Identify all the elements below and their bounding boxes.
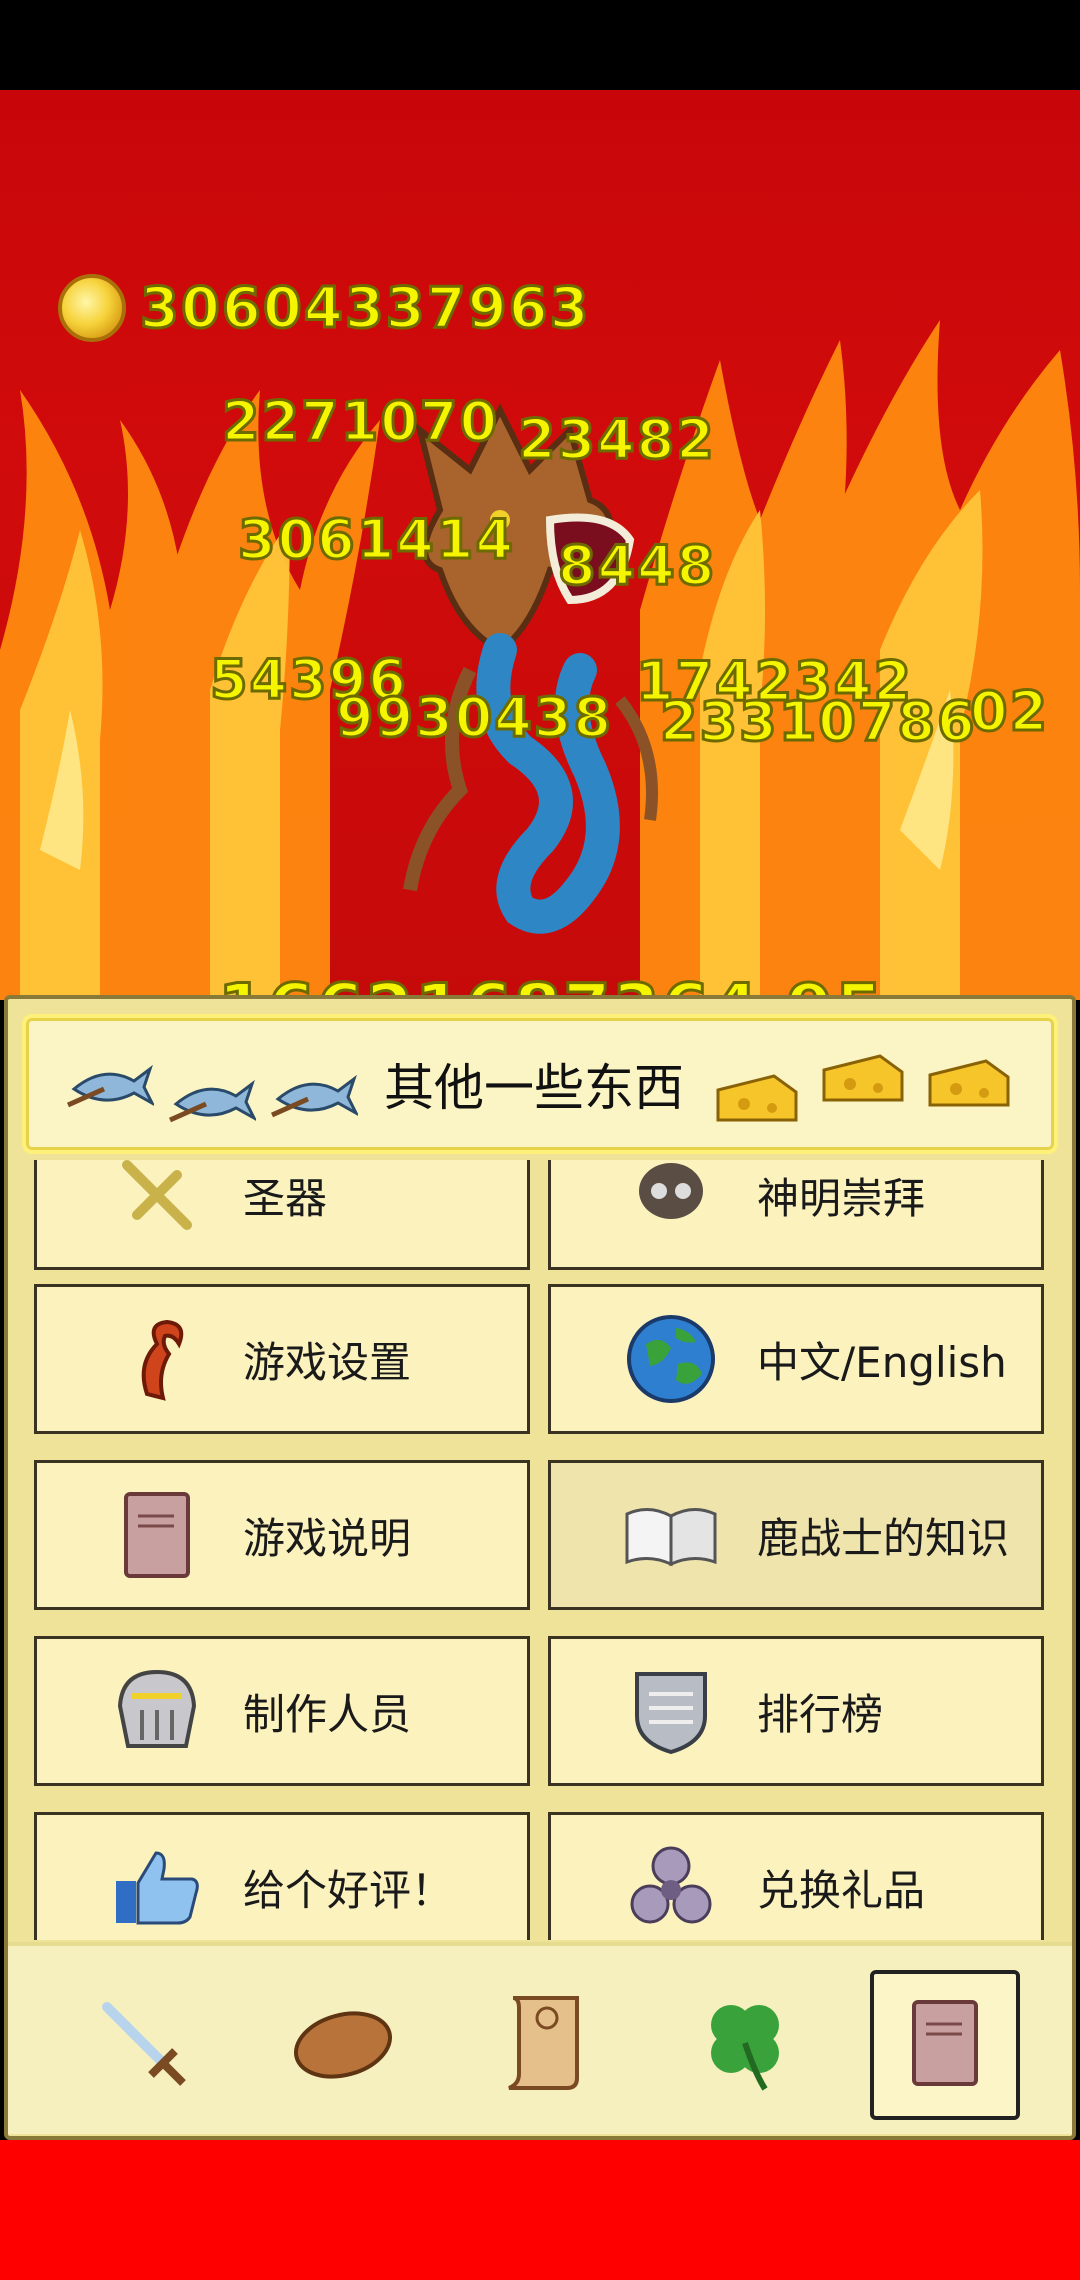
worship-button[interactable]: 神明崇拜: [548, 1160, 1044, 1270]
tab-weapons[interactable]: [68, 1970, 218, 2120]
leaderboard-button[interactable]: 排行榜: [548, 1636, 1044, 1786]
sword-icon: [93, 1993, 193, 2097]
credits-button[interactable]: 制作人员: [34, 1636, 530, 1786]
damage-number: 23482: [517, 407, 716, 473]
coin-icon: [58, 274, 126, 342]
battle-area[interactable]: 30604337963 2271070 23482 3061414 8448 5…: [0, 90, 1080, 1000]
sword-relic-icon: [107, 1160, 207, 1245]
tab-food[interactable]: [268, 1970, 418, 2120]
menu-label: 游戏说明: [243, 1513, 412, 1563]
tab-other[interactable]: [870, 1970, 1020, 2120]
bread-icon: [288, 2003, 398, 2087]
globe-icon: [621, 1309, 721, 1409]
game-guide-button[interactable]: 游戏说明: [34, 1460, 530, 1610]
language-button[interactable]: 中文/English: [548, 1284, 1044, 1434]
clover-icon: [695, 1993, 795, 2097]
menu-label: 中文/English: [757, 1337, 1007, 1387]
menu-label: 排行榜: [757, 1689, 884, 1739]
damage-number: 3061414: [236, 507, 516, 573]
tab-scrolls[interactable]: [470, 1970, 620, 2120]
coin-amount: 30604337963: [139, 274, 591, 342]
rate-game-button[interactable]: 给个好评！: [34, 1812, 530, 1940]
bottom-tab-bar: [8, 1942, 1072, 2134]
deer-warrior-knowledge-button[interactable]: 鹿战士的知识: [548, 1460, 1044, 1610]
shield-icon: [621, 1661, 721, 1761]
menu-grid: 圣器 神明崇拜 游戏设置 中文/English 游戏说明 鹿战士的知识 制作人员…: [34, 1160, 1046, 1940]
open-book-icon: [621, 1485, 721, 1585]
fish-icon: [66, 1064, 154, 1108]
fish-icon: [270, 1074, 358, 1118]
game-settings-button[interactable]: 游戏设置: [34, 1284, 530, 1434]
damage-number: 8448: [556, 533, 717, 599]
helmet-icon: [107, 1661, 207, 1761]
relics-button[interactable]: 圣器: [34, 1160, 530, 1270]
cheese-icon: [822, 1054, 904, 1102]
skull-icon: [621, 1160, 721, 1245]
tab-luck[interactable]: [670, 1970, 820, 2120]
fish-icon: [168, 1079, 256, 1123]
redeem-gift-button[interactable]: 兑换礼品: [548, 1812, 1044, 1940]
thumbs-up-icon: [107, 1837, 207, 1937]
lobster-icon: [107, 1309, 207, 1409]
menu-label: 给个好评！: [243, 1865, 454, 1915]
scroll-icon: [495, 1988, 595, 2102]
bottom-bar: [0, 2140, 1080, 2280]
book-icon: [910, 1998, 980, 2092]
damage-number: 9930438: [334, 685, 614, 751]
section-banner: 其他一些东西: [22, 1014, 1058, 1154]
banner-title: 其他一些东西: [384, 1059, 684, 1117]
menu-label: 圣器: [243, 1173, 328, 1223]
spinner-icon: [621, 1837, 721, 1937]
status-bar: [0, 0, 1080, 90]
menu-label: 制作人员: [243, 1689, 412, 1739]
coin-counter: 30604337963: [58, 270, 591, 346]
cheese-icon: [928, 1059, 1010, 1107]
menu-label: 兑换礼品: [757, 1865, 926, 1915]
menu-label: 鹿战士的知识: [757, 1513, 1010, 1563]
book-icon: [107, 1485, 207, 1585]
menu-label: 游戏设置: [243, 1337, 412, 1387]
cheese-icon: [716, 1074, 798, 1122]
damage-number: 02: [968, 679, 1050, 745]
damage-number: 2271070: [220, 389, 500, 455]
damage-number: 23310786: [659, 689, 977, 755]
menu-label: 神明崇拜: [757, 1173, 926, 1223]
